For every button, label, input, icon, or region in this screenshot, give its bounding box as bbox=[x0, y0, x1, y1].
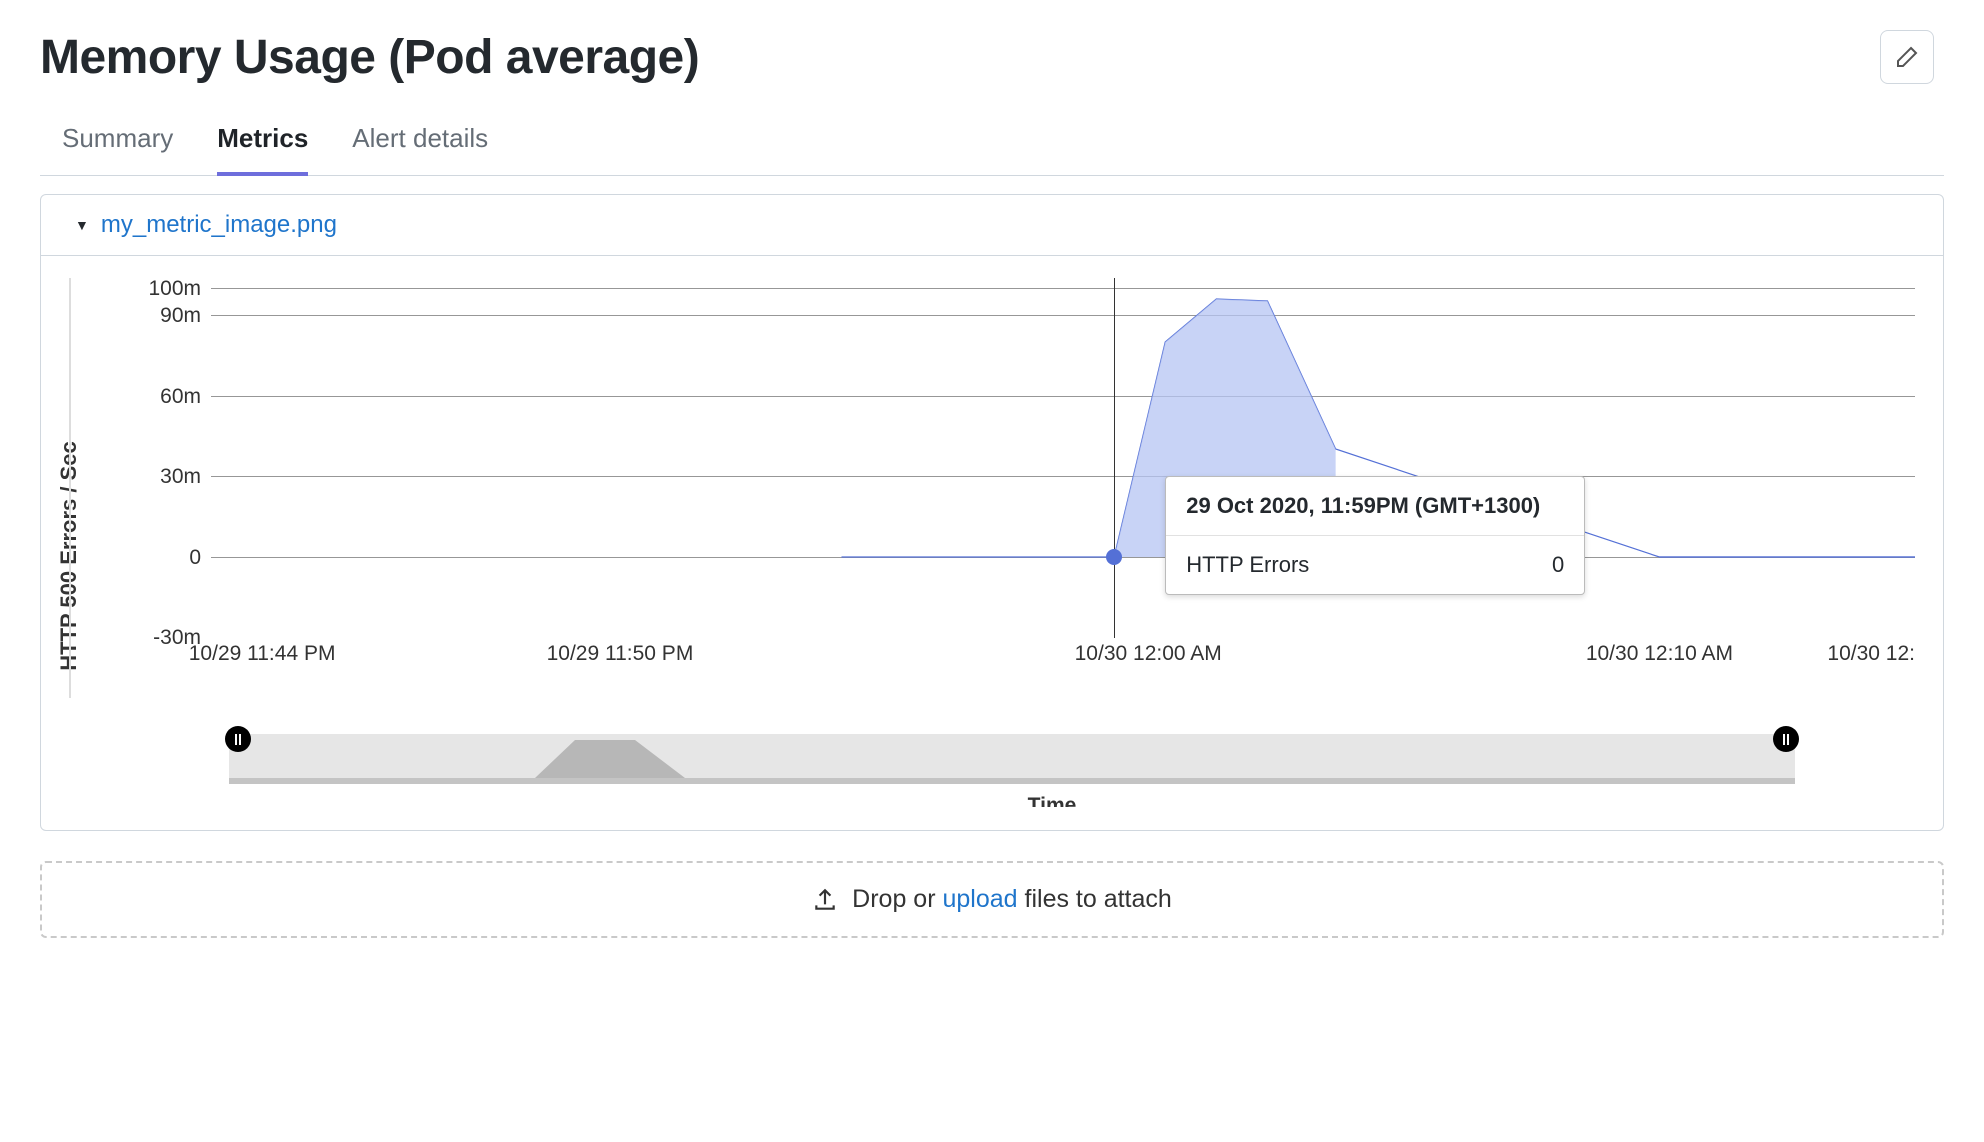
tab-alert-details[interactable]: Alert details bbox=[352, 123, 488, 176]
chart-svg bbox=[211, 288, 1915, 638]
attachment-filename[interactable]: my_metric_image.png bbox=[101, 211, 337, 239]
tooltip-series-name: HTTP Errors bbox=[1186, 552, 1309, 578]
attachment-panel: ▼ my_metric_image.png HTTP 500 Errors / … bbox=[40, 194, 1944, 831]
upload-link[interactable]: upload bbox=[942, 885, 1017, 913]
dropzone-text-suffix: files to attach bbox=[1018, 885, 1172, 913]
plot-area[interactable]: 100m 90m 60m 30m 0 -30m 10/29 11:44 PM 1… bbox=[211, 288, 1915, 638]
upload-icon bbox=[812, 887, 838, 913]
slider-overview-shape bbox=[495, 734, 695, 778]
y-tick: 100m bbox=[141, 277, 201, 301]
chevron-down-icon: ▼ bbox=[75, 217, 89, 233]
pencil-icon bbox=[1895, 45, 1919, 69]
chart-container: HTTP 500 Errors / Sec 100m 90m 60m 30m 0… bbox=[41, 256, 1943, 830]
hover-point bbox=[1106, 549, 1122, 565]
chart-tooltip: 29 Oct 2020, 11:59PM (GMT+1300) HTTP Err… bbox=[1165, 476, 1585, 595]
y-tick: 0 bbox=[141, 546, 201, 570]
x-tick: 10/30 12:00 AM bbox=[1075, 642, 1222, 666]
y-tick: 60m bbox=[141, 385, 201, 409]
y-tick: 90m bbox=[141, 304, 201, 328]
x-tick: 10/30 12: bbox=[1827, 642, 1915, 666]
tabs: Summary Metrics Alert details bbox=[40, 123, 1944, 176]
slider-handle-left[interactable] bbox=[225, 726, 251, 752]
tab-summary[interactable]: Summary bbox=[62, 123, 173, 176]
x-tick: 10/29 11:50 PM bbox=[547, 642, 694, 666]
hover-vertical-line bbox=[1114, 278, 1115, 638]
slider-handle-right[interactable] bbox=[1773, 726, 1799, 752]
y-tick: 30m bbox=[141, 465, 201, 489]
upload-dropzone[interactable]: Drop or upload files to attach bbox=[40, 861, 1944, 938]
tab-metrics[interactable]: Metrics bbox=[217, 123, 308, 176]
timeline-slider[interactable] bbox=[229, 734, 1795, 784]
attachment-header[interactable]: ▼ my_metric_image.png bbox=[41, 195, 1943, 256]
tooltip-timestamp: 29 Oct 2020, 11:59PM (GMT+1300) bbox=[1166, 477, 1584, 536]
x-tick: 10/29 11:44 PM bbox=[189, 642, 336, 666]
edit-button[interactable] bbox=[1880, 30, 1934, 84]
x-axis-label: Time bbox=[189, 794, 1915, 818]
dropzone-text-prefix: Drop or bbox=[852, 885, 942, 913]
page-title: Memory Usage (Pod average) bbox=[40, 30, 699, 85]
x-tick: 10/30 12:10 AM bbox=[1586, 642, 1733, 666]
tooltip-value: 0 bbox=[1552, 552, 1564, 578]
chart-canvas: 100m 90m 60m 30m 0 -30m 10/29 11:44 PM 1… bbox=[69, 278, 1915, 698]
